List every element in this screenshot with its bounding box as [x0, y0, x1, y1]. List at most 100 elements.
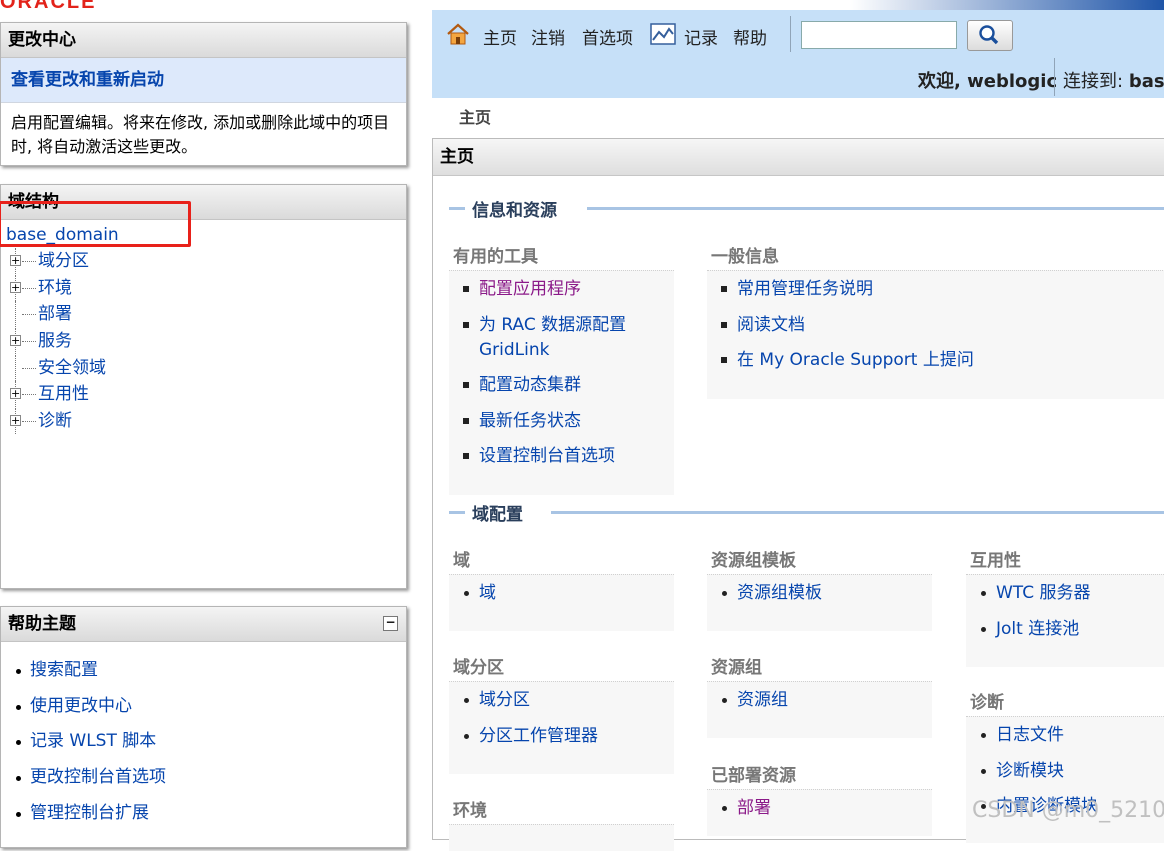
help-topics-title: 帮助主题 − — [1, 607, 406, 642]
useful-tool-link[interactable]: 配置动态集群 — [479, 375, 581, 395]
change-center-description: 启用配置编辑。将来在修改, 添加或删除此域中的项目时, 将自动激活这些更改。 — [1, 102, 406, 167]
nav-help[interactable]: 帮助 — [733, 24, 767, 49]
nav-record[interactable]: 记录 — [684, 24, 718, 49]
tree-item-label[interactable]: 服务 — [38, 331, 72, 351]
connected-domain: base — [1128, 71, 1164, 92]
collapse-icon[interactable]: − — [383, 616, 398, 631]
general-info-link[interactable]: 在 My Oracle Support 上提问 — [737, 350, 974, 370]
help-topic-link[interactable]: 记录 WLST 脚本 — [30, 731, 156, 751]
nav-home[interactable]: 主页 — [483, 24, 517, 49]
tree-item-domain-partitions[interactable]: + 域分区 — [1, 248, 406, 275]
help-topics-list: 搜索配置使用更改中心记录 WLST 脚本 更改控制台首选项 管理控制台扩展 — [1, 653, 406, 831]
tree-item-label[interactable]: 安全领域 — [38, 358, 106, 378]
expand-icon[interactable]: + — [10, 281, 21, 293]
help-topics-title-text: 帮助主题 — [8, 614, 76, 634]
page-title: 主页 — [433, 139, 1164, 176]
oracle-logo: ORACLE — [0, 0, 96, 9]
tree-item-services[interactable]: + 服务 — [1, 328, 406, 355]
tree-item-interoperability[interactable]: + 互用性 — [1, 381, 406, 408]
deployed-resource-link[interactable]: 部署 — [737, 798, 771, 818]
breadcrumb[interactable]: 主页 — [459, 104, 491, 128]
rg-template-item: 资源组模板 — [707, 581, 932, 606]
deployed-resource-item: 部署 — [707, 796, 932, 821]
interop-item: Jolt 连接池 — [966, 617, 1164, 642]
useful-tool-link[interactable]: 最新任务状态 — [479, 411, 581, 431]
view-changes-restart-link[interactable]: 查看更改和重新启动 — [1, 58, 406, 102]
toolbar-divider — [790, 16, 791, 52]
help-topic-link[interactable]: 管理控制台扩展 — [30, 803, 149, 823]
general-info-link[interactable]: 常用管理任务说明 — [737, 279, 873, 299]
change-center-panel: 更改中心 查看更改和重新启动 启用配置编辑。将来在修改, 添加或删除此域中的项目… — [0, 22, 407, 166]
tree-item-label[interactable]: 环境 — [38, 278, 72, 298]
connected-text: 连接到: base — [1063, 67, 1164, 93]
useful-tool-link[interactable]: 配置应用程序 — [479, 279, 581, 299]
search-icon — [979, 25, 999, 45]
record-icon[interactable] — [650, 23, 676, 45]
tree-item-label[interactable]: 域分区 — [38, 251, 89, 271]
domain-partitions-box: 域分区 域分区 分区工作管理器 — [449, 655, 674, 774]
domain-partition-item: 分区工作管理器 — [449, 724, 674, 749]
help-topic-link[interactable]: 搜索配置 — [30, 660, 98, 680]
resource-group-link[interactable]: 资源组 — [737, 690, 788, 710]
tree-item-label[interactable]: 互用性 — [38, 384, 89, 404]
environment-title: 环境 — [453, 801, 487, 821]
domain-link[interactable]: 域 — [479, 583, 496, 603]
interop-link[interactable]: Jolt 连接池 — [996, 619, 1079, 639]
help-topic-item: 使用更改中心 — [1, 689, 406, 725]
useful-tool-link[interactable]: 为 RAC 数据源配置 GridLink — [479, 315, 626, 360]
useful-tool-link[interactable]: 设置控制台首选项 — [479, 446, 615, 466]
interop-link[interactable]: WTC 服务器 — [996, 583, 1090, 603]
environment-box: 环境 — [449, 798, 674, 851]
help-topic-item: 记录 WLST 脚本 — [1, 724, 406, 760]
tree-item-diagnostics[interactable]: + 诊断 — [1, 408, 406, 435]
help-topic-link[interactable]: 更改控制台首选项 — [30, 767, 166, 787]
useful-tools-title: 有用的工具 — [453, 247, 538, 267]
general-info-item: 阅读文档 — [707, 313, 1164, 338]
general-info-link[interactable]: 阅读文档 — [737, 315, 805, 335]
diagnostics-link[interactable]: 诊断模块 — [996, 761, 1064, 781]
expand-icon[interactable]: + — [10, 388, 21, 400]
interop-box: 互用性 WTC 服务器 Jolt 连接池 — [966, 548, 1164, 667]
tree-item-label[interactable]: 诊断 — [38, 411, 72, 431]
search-input[interactable] — [801, 21, 957, 49]
help-topic-item: 更改控制台首选项 — [1, 760, 406, 796]
nav-logout[interactable]: 注销 — [531, 24, 565, 49]
header-gradient — [850, 0, 1164, 10]
section-domain-config: 域配置 — [449, 500, 1164, 525]
welcome-text: 欢迎, weblogic — [918, 67, 1057, 93]
rg-templates-box: 资源组模板 资源组模板 — [707, 548, 932, 631]
help-topics-panel: 帮助主题 − 搜索配置使用更改中心记录 WLST 脚本 更改控制台首选项 管理控制台… — [0, 606, 407, 848]
home-icon[interactable] — [446, 22, 470, 46]
username: weblogic — [967, 71, 1058, 92]
rg-template-link[interactable]: 资源组模板 — [737, 583, 822, 603]
useful-tool-item: 最新任务状态 — [449, 409, 674, 434]
interop-item: WTC 服务器 — [966, 581, 1164, 606]
watermark: CSDN @m0_5210 — [972, 798, 1164, 823]
help-topic-link[interactable]: 使用更改中心 — [30, 696, 132, 716]
tree-item-environment[interactable]: + 环境 — [1, 274, 406, 302]
tree-item-security-realms[interactable]: 安全领域 — [1, 354, 406, 382]
tree-item-deployments[interactable]: 部署 — [1, 301, 406, 328]
interop-title: 互用性 — [970, 551, 1021, 571]
expand-icon[interactable]: + — [10, 335, 21, 347]
resource-group-item: 资源组 — [707, 688, 932, 713]
useful-tool-item: 设置控制台首选项 — [449, 444, 674, 469]
help-topic-item: 管理控制台扩展 — [1, 796, 406, 832]
domain-partition-link[interactable]: 分区工作管理器 — [479, 726, 598, 746]
tree-item-label[interactable]: 部署 — [38, 304, 72, 324]
section-info-resources: 信息和资源 — [449, 196, 1164, 221]
domain-box: 域 域 — [449, 548, 674, 631]
search-button[interactable] — [967, 20, 1013, 51]
deployed-resources-box: 已部署资源 部署 — [707, 763, 932, 836]
diagnostics-link[interactable]: 日志文件 — [996, 725, 1064, 745]
resource-groups-title: 资源组 — [711, 658, 762, 678]
highlight-box — [0, 201, 191, 247]
home-panel: 主页 信息和资源 有用的工具 配置应用程序为 RAC 数据源配置 GridLin… — [432, 138, 1164, 851]
nav-preferences[interactable]: 首选项 — [582, 24, 633, 49]
connected-label: 连接到: — [1063, 71, 1124, 92]
expand-icon[interactable]: + — [10, 415, 21, 427]
diagnostics-title: 诊断 — [970, 693, 1004, 713]
domain-partition-link[interactable]: 域分区 — [479, 690, 530, 710]
useful-tool-item: 配置应用程序 — [449, 277, 674, 302]
expand-icon[interactable]: + — [10, 255, 21, 266]
